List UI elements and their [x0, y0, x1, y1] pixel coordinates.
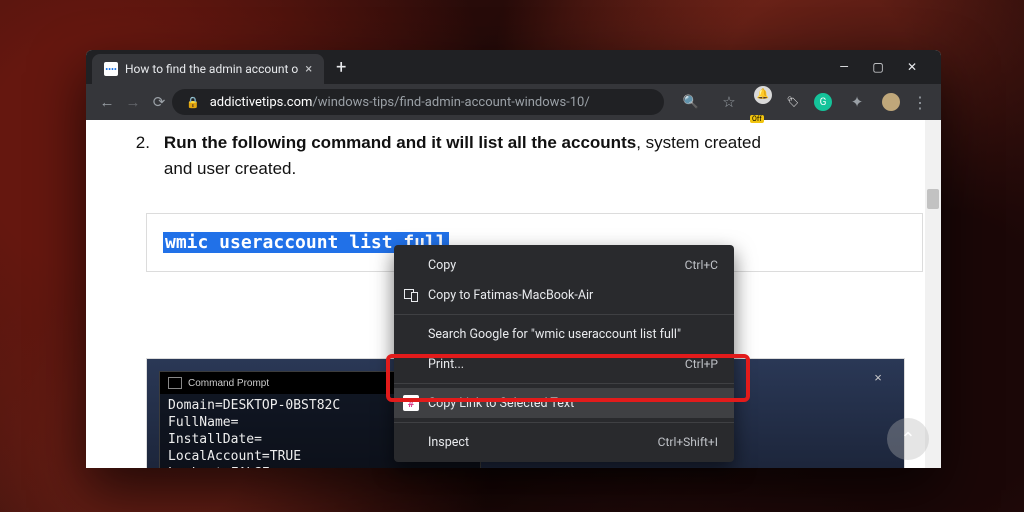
back-button[interactable]: ← — [94, 93, 120, 111]
scroll-to-top-button[interactable]: ⌃ — [887, 418, 929, 460]
maximize-icon[interactable]: ▢ — [871, 60, 885, 74]
devices-icon — [403, 287, 419, 303]
menu-copy-link-selected-text[interactable]: # Copy Link to Selected Text — [394, 388, 734, 418]
menu-shortcut: Ctrl+Shift+I — [658, 435, 718, 449]
reload-button[interactable]: ⟳ — [146, 93, 172, 111]
article-body: 2. Run the following command and it will… — [86, 120, 941, 183]
window-controls: — ▢ ✕ — [821, 60, 935, 84]
menu-label: Copy — [428, 258, 456, 273]
menu-search-google[interactable]: Search Google for "wmic useraccount list… — [394, 319, 734, 349]
menu-label: Search Google for "wmic useraccount list… — [428, 327, 681, 342]
url-domain: addictivetips.com — [210, 95, 313, 110]
menu-shortcut: Ctrl+C — [685, 258, 718, 272]
address-bar: ← → ⟳ 🔒 addictivetips.com/windows-tips/f… — [86, 84, 941, 120]
menu-print[interactable]: Print... Ctrl+P — [394, 349, 734, 379]
extension-adblock[interactable]: 🔔 Off — [754, 86, 772, 119]
scrollbar[interactable] — [925, 120, 941, 468]
tab-strip: •••• How to find the admin account o × +… — [86, 50, 941, 84]
menu-copy[interactable]: Copy Ctrl+C — [394, 250, 734, 280]
menu-separator — [394, 383, 734, 384]
toolbar-extensions: 🔍 ☆ 🔔 Off 🏷 G ✦ ⋮ — [664, 86, 933, 119]
lock-icon: 🔒 — [186, 96, 200, 109]
profile-avatar[interactable] — [882, 93, 900, 111]
browser-tab[interactable]: •••• How to find the admin account o × — [92, 54, 324, 84]
close-tab-icon[interactable]: × — [305, 62, 312, 77]
extension-grammarly-icon[interactable]: G — [814, 93, 832, 111]
menu-dots-icon[interactable]: ⋮ — [912, 93, 927, 112]
command-prompt-title: Command Prompt — [188, 378, 269, 389]
menu-separator — [394, 422, 734, 423]
url-path: /windows-tips/find-admin-account-windows… — [312, 95, 589, 110]
menu-copy-to-device[interactable]: Copy to Fatimas-MacBook-Air — [394, 280, 734, 310]
close-icon[interactable]: ✕ — [905, 60, 919, 74]
omnibox[interactable]: 🔒 addictivetips.com/windows-tips/find-ad… — [172, 89, 664, 115]
forward-button[interactable]: → — [120, 93, 146, 111]
screenshot-close-icon: × — [860, 367, 896, 389]
zoom-icon[interactable]: 🔍 — [678, 95, 704, 110]
menu-inspect[interactable]: Inspect Ctrl+Shift+I — [394, 427, 734, 457]
tab-title: How to find the admin account o — [125, 62, 298, 76]
bookmark-star-icon[interactable]: ☆ — [716, 93, 742, 111]
new-tab-button[interactable]: + — [324, 57, 358, 84]
context-menu: Copy Ctrl+C Copy to Fatimas-MacBook-Air … — [394, 245, 734, 462]
menu-label: Copy Link to Selected Text — [428, 396, 574, 411]
menu-label: Inspect — [428, 435, 469, 450]
cmd-icon — [168, 377, 182, 389]
minimize-icon[interactable]: — — [837, 60, 851, 74]
menu-label: Copy to Fatimas-MacBook-Air — [428, 288, 593, 303]
menu-shortcut: Ctrl+P — [685, 357, 718, 371]
extensions-puzzle-icon[interactable]: ✦ — [844, 93, 870, 111]
extension-tag-icon[interactable]: 🏷 — [784, 93, 802, 111]
list-number: 2. — [136, 133, 150, 152]
instruction-bold: Run the following command and it will li… — [164, 133, 636, 152]
favicon-icon: •••• — [104, 62, 118, 76]
scrollbar-thumb[interactable] — [927, 189, 939, 209]
menu-label: Print... — [428, 357, 464, 372]
hash-icon: # — [403, 395, 419, 411]
menu-separator — [394, 314, 734, 315]
